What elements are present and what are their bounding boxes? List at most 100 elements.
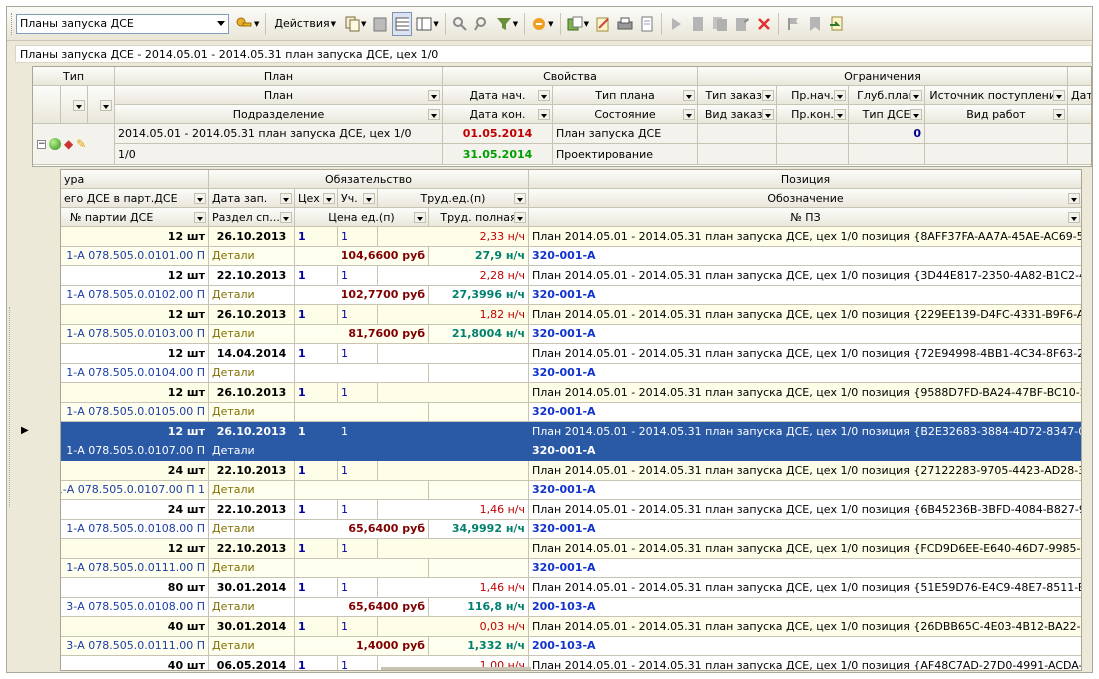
dropdown-arrow-icon[interactable]	[280, 193, 292, 204]
dropdown-arrow-icon[interactable]	[538, 90, 550, 101]
cell-pr-end[interactable]	[777, 144, 849, 165]
cell-section[interactable]: Детали	[209, 285, 295, 305]
cell-date[interactable]: 26.10.2013	[209, 383, 295, 403]
cell-price[interactable]: 81,7600 руб	[295, 324, 429, 344]
cell-uch[interactable]: 1	[338, 539, 378, 559]
dropdown-arrow-icon[interactable]	[194, 193, 206, 204]
col-section-uch[interactable]: Уч.	[338, 189, 378, 208]
cell-uch[interactable]: 1	[338, 500, 378, 520]
cell-qty[interactable]: 80 шт	[61, 578, 209, 598]
cell-state[interactable]: Проектирование	[553, 144, 698, 165]
col-dse-type[interactable]: Тип ДСЕ	[849, 105, 925, 124]
cell-batch[interactable]: 1-А 078.505.0.0103.00 П	[61, 324, 209, 344]
cell-section[interactable]: Детали	[209, 402, 295, 422]
cell-labor[interactable]: 1,46 н/ч	[378, 578, 529, 598]
cell-shop[interactable]: 1	[295, 578, 338, 598]
cell-uch[interactable]: 1	[338, 617, 378, 637]
cell-shop[interactable]: 1	[295, 500, 338, 520]
cell-pos[interactable]: План 2014.05.01 - 2014.05.31 план запуск…	[529, 227, 1081, 247]
cell-shop[interactable]: 1	[295, 305, 338, 325]
cell-pz[interactable]: 200-103-А	[529, 636, 1081, 656]
cell-uch[interactable]: 1	[338, 578, 378, 598]
cell-pz[interactable]: 320-001-А	[529, 324, 1081, 344]
cell-labor-full[interactable]	[429, 558, 529, 578]
col-date[interactable]: Дата	[1068, 86, 1091, 105]
edit-doc-icon[interactable]	[593, 12, 613, 36]
cell-labor[interactable]	[378, 344, 529, 364]
cell-work-kind[interactable]	[925, 144, 1068, 165]
cell-shop[interactable]: 1	[295, 422, 338, 442]
cell-pos[interactable]: План 2014.05.01 - 2014.05.31 план запуск…	[529, 422, 1081, 442]
cell-pz[interactable]: 320-001-А	[529, 480, 1081, 500]
cell-labor[interactable]: 1,46 н/ч	[378, 500, 529, 520]
type-filter-1[interactable]	[61, 86, 88, 124]
dropdown-arrow-icon[interactable]	[834, 90, 846, 101]
cell-date[interactable]: 30.01.2014	[209, 578, 295, 598]
cell-order-kind[interactable]	[698, 144, 777, 165]
cell-date[interactable]: 26.10.2013	[209, 227, 295, 247]
actions-menu[interactable]: Действия ▼	[270, 12, 340, 36]
collapse-icon[interactable]: −	[37, 139, 46, 149]
cell-qty[interactable]: 12 шт	[61, 266, 209, 286]
col-pr-start[interactable]: Пр.нач.	[777, 86, 849, 105]
dropdown-arrow-icon[interactable]	[1053, 109, 1065, 120]
dropdown-arrow-icon[interactable]	[514, 193, 526, 204]
cell-date[interactable]: 22.10.2013	[209, 266, 295, 286]
cell-section[interactable]: Детали	[209, 636, 295, 656]
cell-labor[interactable]	[378, 461, 529, 481]
cell-date-start[interactable]: 01.05.2014	[443, 124, 553, 144]
cell-uch[interactable]: 1	[338, 461, 378, 481]
cell-pos[interactable]: План 2014.05.01 - 2014.05.31 план запуск…	[529, 500, 1081, 520]
cell-price[interactable]: 102,7700 руб	[295, 285, 429, 305]
col-spec-section[interactable]: Раздел сп...	[209, 208, 295, 227]
cell-section[interactable]: Детали	[209, 363, 295, 383]
cell-pr-start[interactable]	[777, 124, 849, 144]
cell-price[interactable]	[295, 558, 429, 578]
cell-date[interactable]: 26.10.2013	[209, 422, 295, 442]
cell-section[interactable]: Детали	[209, 441, 295, 461]
preview-icon[interactable]	[637, 12, 657, 36]
dropdown-arrow-icon[interactable]	[1068, 193, 1080, 204]
col-labor-full[interactable]: Труд. полная	[429, 208, 529, 227]
dropdown-arrow-icon[interactable]	[280, 212, 292, 223]
cell-pos[interactable]: План 2014.05.01 - 2014.05.31 план запуск…	[529, 578, 1081, 598]
col-designation[interactable]: Обозначение	[529, 189, 1081, 208]
cell-qty[interactable]: 24 шт	[61, 500, 209, 520]
cell-labor[interactable]: 1,82 н/ч	[378, 305, 529, 325]
cell-plan-type[interactable]: План запуска ДСЕ	[553, 124, 698, 144]
cell-qty[interactable]: 12 шт	[61, 383, 209, 403]
cell-batch[interactable]: 3-А 078.505.0.0108.00 П	[61, 597, 209, 617]
cell-extra2[interactable]	[1068, 144, 1091, 165]
cell-price[interactable]: 104,6600 руб	[295, 246, 429, 266]
doc-edit-gray-icon[interactable]	[732, 12, 752, 36]
flag-icon[interactable]	[783, 12, 803, 36]
find-next-icon[interactable]	[472, 12, 492, 36]
copy-icon[interactable]: ▼	[342, 12, 368, 36]
cell-batch[interactable]: 3-А 078.505.0.0111.00 П	[61, 636, 209, 656]
cell-labor[interactable]: 2,28 н/ч	[378, 266, 529, 286]
cell-qty[interactable]: 24 шт	[61, 461, 209, 481]
doc-gray-icon[interactable]	[688, 12, 708, 36]
cell-qty[interactable]: 12 шт	[61, 422, 209, 442]
col-pz[interactable]: № ПЗ	[529, 208, 1081, 227]
cell-shop[interactable]: 1	[295, 344, 338, 364]
cell-source[interactable]	[925, 124, 1068, 144]
col-work-kind[interactable]: Вид работ	[925, 105, 1068, 124]
dropdown-arrow-icon[interactable]	[910, 109, 922, 120]
cell-date-end[interactable]: 31.05.2014	[443, 144, 553, 165]
cell-division[interactable]: 1/0	[115, 144, 443, 165]
dropdown-arrow-icon[interactable]	[514, 212, 526, 223]
splitter-handle[interactable]	[9, 307, 12, 507]
export-icon[interactable]: ▼	[565, 12, 591, 36]
col-shop[interactable]: Цех	[295, 189, 338, 208]
cell-price[interactable]	[295, 402, 429, 422]
cell-date[interactable]: 22.10.2013	[209, 500, 295, 520]
cell-pz[interactable]: 320-001-А	[529, 441, 1081, 461]
filter-icon[interactable]: ▼	[494, 12, 520, 36]
cell-date[interactable]: 14.04.2014	[209, 344, 295, 364]
cell-qty[interactable]: 40 шт	[61, 617, 209, 637]
cell-plan[interactable]: 2014.05.01 - 2014.05.31 план запуска ДСЕ…	[115, 124, 443, 144]
cell-section[interactable]: Детали	[209, 597, 295, 617]
print-icon[interactable]	[615, 12, 635, 36]
search-icon[interactable]	[450, 12, 470, 36]
